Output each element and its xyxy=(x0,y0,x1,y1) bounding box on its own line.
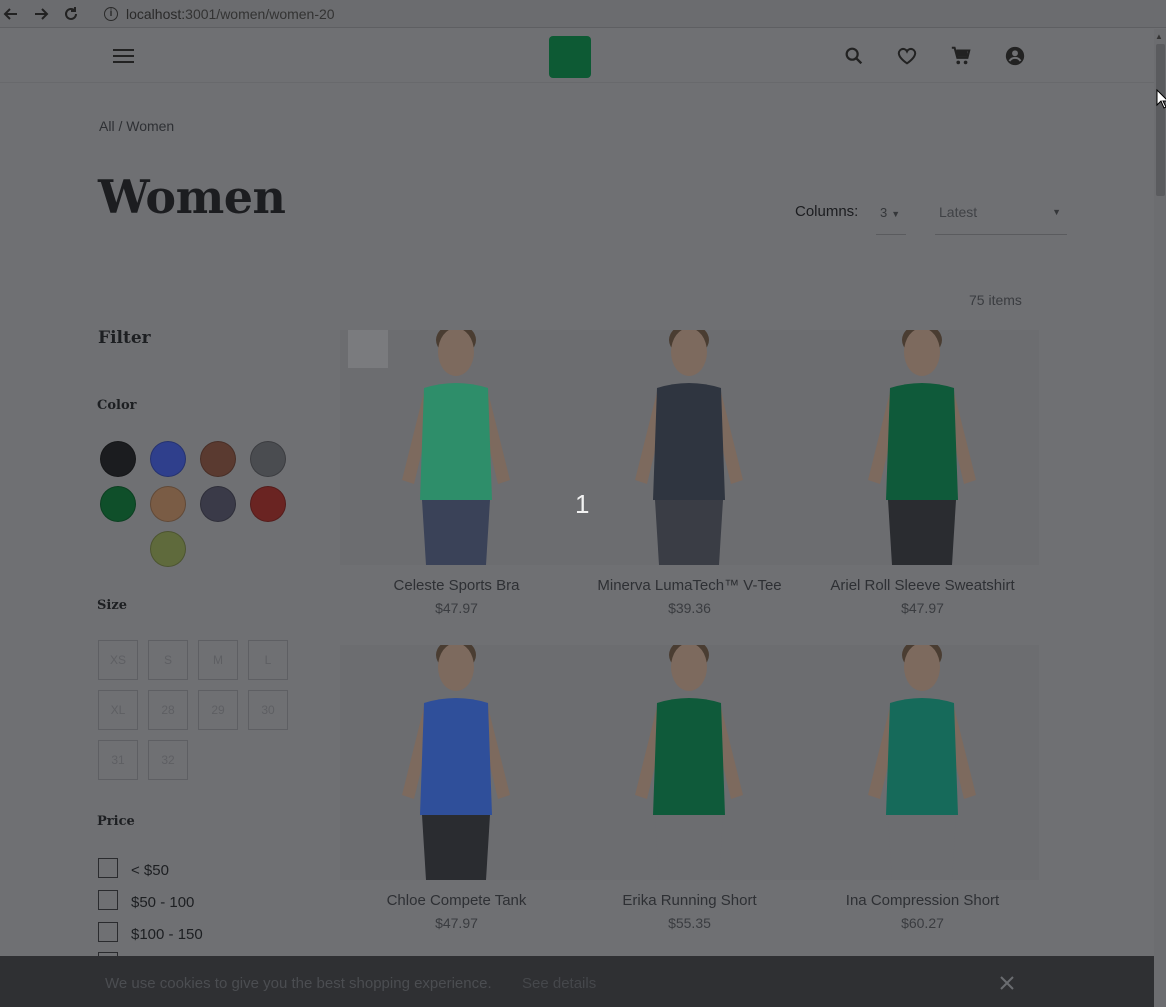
items-count: 75 items xyxy=(969,292,1022,308)
cookie-banner: We use cookies to give you the best shop… xyxy=(0,956,1154,1007)
search-icon[interactable] xyxy=(843,45,865,67)
info-icon[interactable]: i xyxy=(104,6,118,21)
product-price: $47.97 xyxy=(901,600,944,616)
color-swatch[interactable] xyxy=(150,441,186,477)
cart-icon[interactable] xyxy=(950,45,972,67)
chevron-down-icon: ▼ xyxy=(1052,207,1061,217)
color-swatch[interactable] xyxy=(250,486,286,522)
address-bar[interactable]: i localhost: 3001/women/women-20 xyxy=(104,6,335,22)
page-title: Women xyxy=(98,170,286,224)
forward-arrow-icon[interactable] xyxy=(30,3,52,25)
product-image[interactable] xyxy=(806,330,1039,565)
price-label: $100 - 150 xyxy=(131,926,203,943)
color-swatch[interactable] xyxy=(250,441,286,477)
product-card[interactable]: Ina Compression Short $60.27 xyxy=(806,645,1039,931)
size-option[interactable]: M xyxy=(198,640,238,680)
product-image[interactable] xyxy=(340,330,573,565)
product-name[interactable]: Celeste Sports Bra xyxy=(340,577,573,594)
size-option[interactable]: 32 xyxy=(148,740,188,780)
mouse-cursor-icon xyxy=(1156,89,1166,109)
product-card[interactable]: Ariel Roll Sleeve Sweatshirt $47.97 xyxy=(806,330,1039,616)
product-image[interactable] xyxy=(806,645,1039,880)
url-host: localhost: xyxy=(126,5,186,22)
sort-select[interactable]: Latest ▼ xyxy=(935,200,1067,235)
product-badge xyxy=(348,330,388,368)
size-option[interactable]: 31 xyxy=(98,740,138,780)
columns-value: 3 xyxy=(880,205,888,220)
color-swatch[interactable] xyxy=(200,486,236,522)
account-icon[interactable] xyxy=(1004,45,1026,67)
size-option[interactable]: 28 xyxy=(148,690,188,730)
color-swatch[interactable] xyxy=(150,486,186,522)
product-name[interactable]: Ariel Roll Sleeve Sweatshirt xyxy=(806,577,1039,594)
size-filter-heading: Size xyxy=(97,598,127,613)
size-option[interactable]: L xyxy=(248,640,288,680)
product-card[interactable]: Chloe Compete Tank $47.97 xyxy=(340,645,573,931)
columns-select[interactable]: 3 ▼ xyxy=(876,200,906,235)
color-filter-heading: Color xyxy=(97,398,137,413)
price-label: < $50 xyxy=(131,862,169,879)
reload-icon[interactable] xyxy=(60,3,82,25)
store-logo[interactable] xyxy=(549,36,591,78)
color-swatch[interactable] xyxy=(100,441,136,477)
product-price: $47.97 xyxy=(435,915,478,931)
color-swatch[interactable] xyxy=(150,531,186,567)
product-price: $39.36 xyxy=(668,600,711,616)
cookie-details-link[interactable]: See details xyxy=(522,975,596,992)
color-swatch[interactable] xyxy=(200,441,236,477)
product-price: $55.35 xyxy=(668,915,711,931)
product-card[interactable]: Minerva LumaTech™ V-Tee $39.36 xyxy=(573,330,806,616)
product-price: $60.27 xyxy=(901,915,944,931)
product-name[interactable]: Minerva LumaTech™ V-Tee xyxy=(573,577,806,594)
heart-icon[interactable] xyxy=(896,45,918,67)
product-card[interactable]: Erika Running Short $55.35 xyxy=(573,645,806,931)
product-image[interactable] xyxy=(340,645,573,880)
scroll-up-icon[interactable]: ▲ xyxy=(1155,32,1163,41)
size-option[interactable]: XS xyxy=(98,640,138,680)
site-header xyxy=(0,29,1154,83)
checkbox[interactable] xyxy=(98,857,118,878)
size-option[interactable]: 29 xyxy=(198,690,238,730)
price-label: $50 - 100 xyxy=(131,894,195,911)
product-price: $47.97 xyxy=(435,600,478,616)
product-name[interactable]: Ina Compression Short xyxy=(806,892,1039,909)
color-swatch[interactable] xyxy=(100,486,136,522)
size-option[interactable]: 30 xyxy=(248,690,288,730)
slide-number: 1 xyxy=(575,489,590,519)
checkbox[interactable] xyxy=(98,889,118,910)
browser-toolbar: i localhost: 3001/women/women-20 xyxy=(0,0,1166,28)
menu-icon[interactable] xyxy=(113,49,134,63)
chevron-down-icon: ▼ xyxy=(891,209,901,219)
scrollbar-thumb[interactable] xyxy=(1156,44,1165,196)
product-image[interactable] xyxy=(573,330,806,565)
product-name[interactable]: Erika Running Short xyxy=(573,892,806,909)
url-path: 3001/women/women-20 xyxy=(185,5,335,22)
price-filter-heading: Price xyxy=(97,814,135,829)
price-option[interactable]: < $50 xyxy=(98,856,169,879)
breadcrumb[interactable]: All / Women xyxy=(99,118,174,134)
cookie-message: We use cookies to give you the best shop… xyxy=(105,975,492,992)
size-option[interactable]: S xyxy=(148,640,188,680)
price-option[interactable]: $50 - 100 xyxy=(98,888,194,911)
sort-value: Latest xyxy=(939,204,978,220)
product-name[interactable]: Chloe Compete Tank xyxy=(340,892,573,909)
checkbox[interactable] xyxy=(98,921,118,942)
product-image[interactable] xyxy=(573,645,806,880)
close-icon[interactable] xyxy=(998,974,1016,992)
product-card[interactable]: Celeste Sports Bra $47.97 xyxy=(340,330,573,616)
columns-label: Columns: xyxy=(795,203,859,220)
filter-title: Filter xyxy=(98,328,151,348)
price-option[interactable]: $100 - 150 xyxy=(98,920,203,943)
back-arrow-icon[interactable] xyxy=(0,3,22,25)
size-option[interactable]: XL xyxy=(98,690,138,730)
